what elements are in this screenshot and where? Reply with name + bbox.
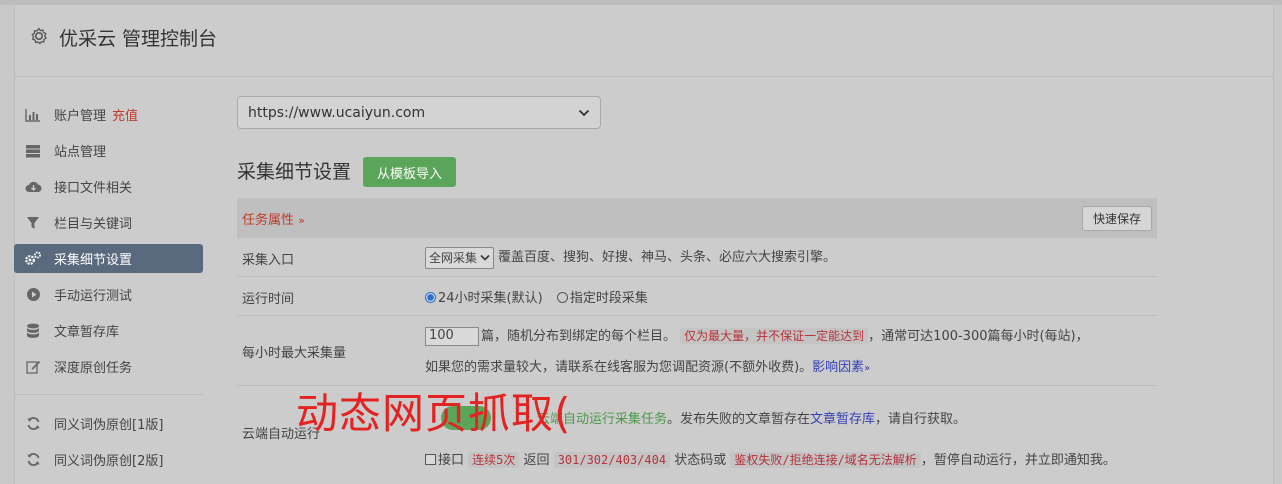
site-select-value: https://www.ucaiyun.com (248, 104, 426, 121)
sidebar-item-synonym-v2[interactable]: 同义词伪原创[2版] (14, 445, 203, 474)
recharge-link[interactable]: 充值 (112, 105, 138, 124)
gear-icon (29, 26, 49, 46)
max-text1: 篇，随机分布到绑定的每个栏目。 (481, 329, 677, 344)
refresh-icon (24, 452, 42, 468)
play-circle-icon (24, 287, 42, 303)
site-select[interactable]: https://www.ucaiyun.com (237, 96, 601, 129)
task-attributes-header: 任务属性 » 快速保存 (237, 198, 1157, 238)
row-label: 每小时最大采集量 (242, 346, 347, 361)
tail-text: ，暂停自动运行，并立即通知我。 (920, 453, 1116, 468)
max-note-code: 仅为最大量，并不保证一定能达到 (680, 328, 869, 344)
row-runtime: 运行时间 24小时采集(默认) 指定时段采集 (237, 277, 1157, 316)
sidebar-item-label: 站点管理 (54, 145, 107, 160)
server-icon (24, 143, 42, 159)
entry-select[interactable]: 全网采集 (425, 246, 495, 269)
max-per-hour-input[interactable]: 100 (425, 327, 479, 346)
sidebar-item-label: 采集细节设置 (54, 253, 133, 268)
radio-period[interactable] (556, 292, 568, 303)
row-content-line2: 接口 连续5次 返回 301/302/403/404 状态码或 鉴权失败/拒绝连… (425, 449, 1116, 468)
row-content-line1: 100 篇，随机分布到绑定的每个栏目。 仅为最大量，并不保证一定能达到 ，通常可达1… (425, 325, 1089, 346)
row-max-per-hour: 每小时最大采集量 100 篇，随机分布到绑定的每个栏目。 仅为最大量，并不保证一定… (237, 316, 1157, 386)
interface-label: 接口 (438, 453, 465, 468)
code-status: 301/302/403/404 (553, 452, 671, 468)
quick-save-button[interactable]: 快速保存 (1082, 206, 1152, 231)
status-or-text: 状态码或 (674, 453, 727, 468)
code-auth: 鉴权失败/拒绝连接/域名无法解析 (730, 452, 921, 468)
sidebar-item-sites[interactable]: 站点管理 (14, 136, 203, 165)
page-title: 优采云 管理控制台 (59, 28, 218, 50)
factors-link[interactable]: 影响因素» (812, 360, 870, 375)
row-content-line1: 云端自动运行采集任务。发布失败的文章暂存在文章暂存库，请自行获取。 (537, 408, 966, 427)
double-chevron-down-icon: » (298, 214, 305, 227)
returns-text: 返回 (523, 453, 550, 468)
max-text2: ，通常可达100-300篇每小时(每站)， (868, 329, 1089, 344)
sidebar-item-label: 账户管理 (54, 109, 107, 124)
chevron-down-icon (480, 254, 490, 261)
cloud-text1: 。发布失败的文章暂存在 (667, 412, 811, 427)
sidebar-divider (14, 394, 203, 395)
cloud-text2: ，请自行获取。 (875, 412, 967, 427)
section-title: 采集细节设置 (237, 161, 352, 183)
max-text3: 如果您的需求量较大，请联系在线客服为您调配资源(不额外收费)。 (425, 360, 813, 375)
sidebar-item-label: 手动运行测试 (54, 289, 133, 304)
row-entry: 采集入口 全网采集 覆盖百度、搜狗、好搜、神马、头条、必应六大搜索引擎。 (237, 238, 1157, 277)
chevron-down-icon (578, 105, 590, 121)
import-template-label: 从模板导入 (376, 166, 442, 182)
sidebar-item-article-storage[interactable]: 文章暂存库 (14, 316, 203, 345)
row-content: 全网采集 覆盖百度、搜狗、好搜、神马、头条、必应六大搜索引擎。 (425, 246, 836, 269)
import-template-button[interactable]: 从模板导入 (363, 157, 456, 187)
radio-24h-label: 24小时采集(默认) (438, 291, 543, 306)
radio-24h[interactable] (425, 292, 436, 303)
entry-select-value: 全网采集 (429, 251, 478, 265)
row-label: 运行时间 (242, 292, 295, 307)
sidebar-item-label: 接口文件相关 (54, 181, 133, 196)
sidebar-item-manual-test[interactable]: 手动运行测试 (14, 280, 203, 309)
row-content: 24小时采集(默认) 指定时段采集 (425, 287, 648, 306)
refresh-icon (24, 416, 42, 432)
double-chevron-down-icon: » (864, 363, 871, 374)
sidebar-item-collection-settings[interactable]: 采集细节设置 (14, 244, 203, 273)
edit-icon (24, 359, 42, 375)
sidebar-item-account[interactable]: 账户管理 充值 (14, 100, 203, 129)
sidebar-item-label: 栏目与关键词 (54, 217, 133, 232)
bar-chart-icon (24, 107, 42, 123)
header: 优采云 管理控制台 (15, 5, 1273, 77)
entry-desc: 覆盖百度、搜狗、好搜、神马、头条、必应六大搜索引擎。 (498, 250, 837, 265)
tasks-label: 任务属性 (242, 213, 295, 228)
sidebar-item-label: 同义词伪原创[1版] (54, 418, 164, 433)
interface-checkbox[interactable] (425, 454, 436, 465)
code-consecutive: 连续5次 (468, 452, 520, 468)
sidebar-item-interface-files[interactable]: 接口文件相关 (14, 172, 203, 201)
radio-period-label: 指定时段采集 (569, 291, 648, 306)
factors-link-label: 影响因素 (812, 360, 865, 375)
red-caption-overlay: 动态网页抓取( (296, 389, 572, 438)
filter-icon (24, 215, 42, 231)
database-icon (24, 323, 42, 339)
sidebar-item-label: 同义词伪原创[2版] (54, 454, 164, 469)
sidebar-item-synonym-v1[interactable]: 同义词伪原创[1版] (14, 409, 203, 438)
sidebar-item-columns-keywords[interactable]: 栏目与关键词 (14, 208, 203, 237)
cloud-download-icon (24, 179, 42, 195)
sidebar-item-label: 深度原创任务 (54, 361, 133, 376)
cogs-icon (24, 251, 42, 267)
tasks-toggle[interactable]: 任务属性 » (242, 209, 305, 228)
sidebar-item-deep-original[interactable]: 深度原创任务 (14, 352, 203, 381)
row-label: 采集入口 (242, 253, 295, 268)
row-content-line2: 如果您的需求量较大，请联系在线客服为您调配资源(不额外收费)。影响因素» (425, 356, 870, 375)
article-storage-link[interactable]: 文章暂存库 (810, 412, 875, 427)
sidebar-item-label: 文章暂存库 (54, 325, 120, 340)
